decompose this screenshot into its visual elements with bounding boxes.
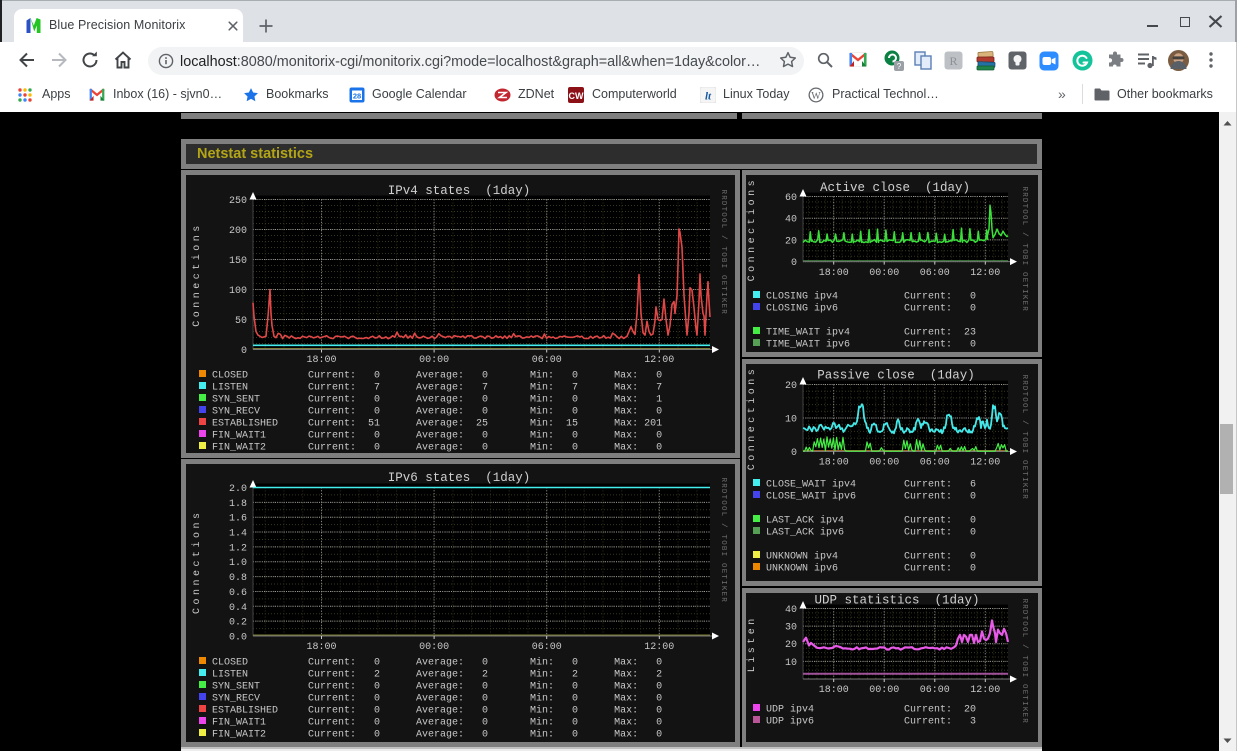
svg-text:UNKNOWN ipv4 Current: UNKNOWN ipv4 Current: 0 xyxy=(766,551,976,563)
svg-text:200: 200 xyxy=(229,226,247,237)
svg-text:LAST_ACK ipv4 Current: LAST_ACK ipv4 Current: 0 xyxy=(766,515,976,527)
svg-text:LISTEN Current: 2: LISTEN Current: 2 Average: 2 Min: 2 Max:… xyxy=(212,669,662,681)
svg-text:1.2: 1.2 xyxy=(229,543,247,554)
svg-text:FIN_WAIT1 Current: 0: FIN_WAIT1 Current: 0 Average: 0 Min: 0 M… xyxy=(212,717,662,729)
svg-text:UDP statistics (1day): UDP statistics (1day) xyxy=(814,594,979,608)
svg-text:UNKNOWN ipv6 Current: UNKNOWN ipv6 Current: 0 xyxy=(766,563,976,575)
svg-text:40: 40 xyxy=(785,215,797,226)
svg-text:100: 100 xyxy=(229,286,247,297)
svg-text:1.6: 1.6 xyxy=(229,514,247,525)
svg-text:lt: lt xyxy=(705,91,712,103)
svg-text:00:00: 00:00 xyxy=(419,355,449,366)
svg-text:CLOSING ipv4 Current: CLOSING ipv4 Current: 0 xyxy=(766,291,976,303)
svg-text:20: 20 xyxy=(785,381,797,392)
svg-text:18:00: 18:00 xyxy=(819,458,849,469)
svg-text:60: 60 xyxy=(785,193,797,204)
svg-text:IPv6 states (1day): IPv6 states (1day) xyxy=(388,471,531,485)
svg-text:30: 30 xyxy=(785,623,797,634)
svg-text:0.2: 0.2 xyxy=(229,618,247,629)
svg-text:Active close (1day): Active close (1day) xyxy=(820,181,970,195)
svg-text:RRDTOOL / TOBI OETIKER: RRDTOOL / TOBI OETIKER xyxy=(1020,375,1028,500)
svg-text:18:00: 18:00 xyxy=(306,642,336,653)
svg-text:SYN_SENT Current: 0: SYN_SENT Current: 0 Average: 0 Min: 0 Ma… xyxy=(212,394,662,406)
svg-text:50: 50 xyxy=(229,316,247,327)
svg-text:0: 0 xyxy=(785,258,797,269)
svg-text:UDP ipv6 Current: UDP ipv6 Current: 3 xyxy=(766,716,976,728)
svg-text:1.4: 1.4 xyxy=(229,529,247,540)
svg-text:RRDTOOL / TOBI OETIKER: RRDTOOL / TOBI OETIKER xyxy=(1020,187,1028,312)
svg-text:18:00: 18:00 xyxy=(819,268,849,279)
svg-text:RRDTOOL / TOBI OETIKER: RRDTOOL / TOBI OETIKER xyxy=(719,190,727,315)
svg-text:06:00: 06:00 xyxy=(920,458,950,469)
svg-text:FIN_WAIT2 Current: 0: FIN_WAIT2 Current: 0 Average: 0 Min: 0 M… xyxy=(212,442,662,454)
svg-text:RRDTOOL / TOBI OETIKER: RRDTOOL / TOBI OETIKER xyxy=(719,478,727,603)
svg-text:Passive close (1day): Passive close (1day) xyxy=(817,369,975,383)
svg-text:0: 0 xyxy=(785,448,797,459)
svg-text:0: 0 xyxy=(229,346,247,357)
svg-text:00:00: 00:00 xyxy=(869,268,899,279)
svg-text:2.0: 2.0 xyxy=(229,484,247,495)
svg-text:18:00: 18:00 xyxy=(819,685,849,696)
svg-text:20: 20 xyxy=(785,640,797,651)
svg-text:LAST_ACK ipv6 Current: LAST_ACK ipv6 Current: 0 xyxy=(766,527,976,539)
svg-text:Connections: Connections xyxy=(191,510,203,615)
svg-text:250: 250 xyxy=(229,196,247,207)
svg-text:40: 40 xyxy=(785,605,797,616)
svg-text:UDP ipv4 Current: UDP ipv4 Current: 20 xyxy=(766,704,976,716)
svg-text:FIN_WAIT1 Current: 0: FIN_WAIT1 Current: 0 Average: 0 Min: 0 M… xyxy=(212,430,662,442)
svg-text:LISTEN Current: 7: LISTEN Current: 7 Average: 7 Min: 7 Max:… xyxy=(212,382,662,394)
svg-text:Listen: Listen xyxy=(746,615,758,672)
svg-text:12:00: 12:00 xyxy=(644,355,674,366)
svg-text:12:00: 12:00 xyxy=(644,642,674,653)
svg-text:CLOSING ipv6 Current: CLOSING ipv6 Current: 0 xyxy=(766,303,976,315)
svg-text:12:00: 12:00 xyxy=(970,685,1000,696)
svg-text:06:00: 06:00 xyxy=(920,685,950,696)
svg-text:SYN_RECV Current: 0: SYN_RECV Current: 0 Average: 0 Min: 0 Ma… xyxy=(212,406,662,418)
svg-text:ESTABLISHED Current: 51: ESTABLISHED Current: 51 Average: 25 Min:… xyxy=(212,418,662,430)
svg-text:?: ? xyxy=(897,62,902,71)
svg-text:Connections: Connections xyxy=(746,366,758,471)
svg-text:0.8: 0.8 xyxy=(229,573,247,584)
svg-text:SYN_SENT Current: 0: SYN_SENT Current: 0 Average: 0 Min: 0 Ma… xyxy=(212,681,662,693)
svg-text:10: 10 xyxy=(785,658,797,669)
svg-text:SYN_RECV Current: 0: SYN_RECV Current: 0 Average: 0 Min: 0 Ma… xyxy=(212,693,662,705)
svg-text:TIME_WAIT ipv6 Current: TIME_WAIT ipv6 Current: 0 xyxy=(766,339,976,351)
svg-text:0.0: 0.0 xyxy=(229,633,247,644)
svg-text:ESTABLISHED Current: 0: ESTABLISHED Current: 0 Average: 0 Min: 0… xyxy=(212,705,662,717)
svg-text:12:00: 12:00 xyxy=(970,458,1000,469)
svg-text:10: 10 xyxy=(785,415,797,426)
svg-text:CLOSED Current: 0: CLOSED Current: 0 Average: 0 Min: 0 Max:… xyxy=(212,370,662,382)
svg-text:0.4: 0.4 xyxy=(229,603,247,614)
svg-text:1.8: 1.8 xyxy=(229,499,247,510)
svg-text:12:00: 12:00 xyxy=(970,268,1000,279)
svg-text:06:00: 06:00 xyxy=(532,642,562,653)
svg-text:Connections: Connections xyxy=(191,222,203,327)
svg-text:CLOSE_WAIT ipv6 Current: CLOSE_WAIT ipv6 Current: 0 xyxy=(766,491,976,503)
svg-text:Connections: Connections xyxy=(746,177,758,282)
svg-text:R: R xyxy=(949,54,957,68)
svg-text:18:00: 18:00 xyxy=(306,355,336,366)
svg-text:00:00: 00:00 xyxy=(419,642,449,653)
svg-text:1.0: 1.0 xyxy=(229,558,247,569)
svg-text:20: 20 xyxy=(785,236,797,247)
svg-text:00:00: 00:00 xyxy=(869,458,899,469)
svg-text:28: 28 xyxy=(353,92,361,101)
svg-text:150: 150 xyxy=(229,256,247,267)
svg-text:W: W xyxy=(811,91,821,102)
svg-text:CW: CW xyxy=(569,91,584,101)
svg-text:0.6: 0.6 xyxy=(229,588,247,599)
svg-text:RRDTOOL / TOBI OETIKER: RRDTOOL / TOBI OETIKER xyxy=(1020,599,1028,724)
svg-text:CLOSED Current: 0: CLOSED Current: 0 Average: 0 Min: 0 Max:… xyxy=(212,657,662,669)
svg-text:IPv4 states (1day): IPv4 states (1day) xyxy=(388,184,531,198)
svg-text:00:00: 00:00 xyxy=(869,685,899,696)
svg-text:FIN_WAIT2 Current: 0: FIN_WAIT2 Current: 0 Average: 0 Min: 0 M… xyxy=(212,729,662,741)
svg-text:06:00: 06:00 xyxy=(532,355,562,366)
svg-text:CLOSE_WAIT ipv4 Current: CLOSE_WAIT ipv4 Current: 6 xyxy=(766,479,976,491)
svg-text:06:00: 06:00 xyxy=(920,268,950,279)
svg-text:TIME_WAIT ipv4 Current: TIME_WAIT ipv4 Current: 23 xyxy=(766,327,976,339)
